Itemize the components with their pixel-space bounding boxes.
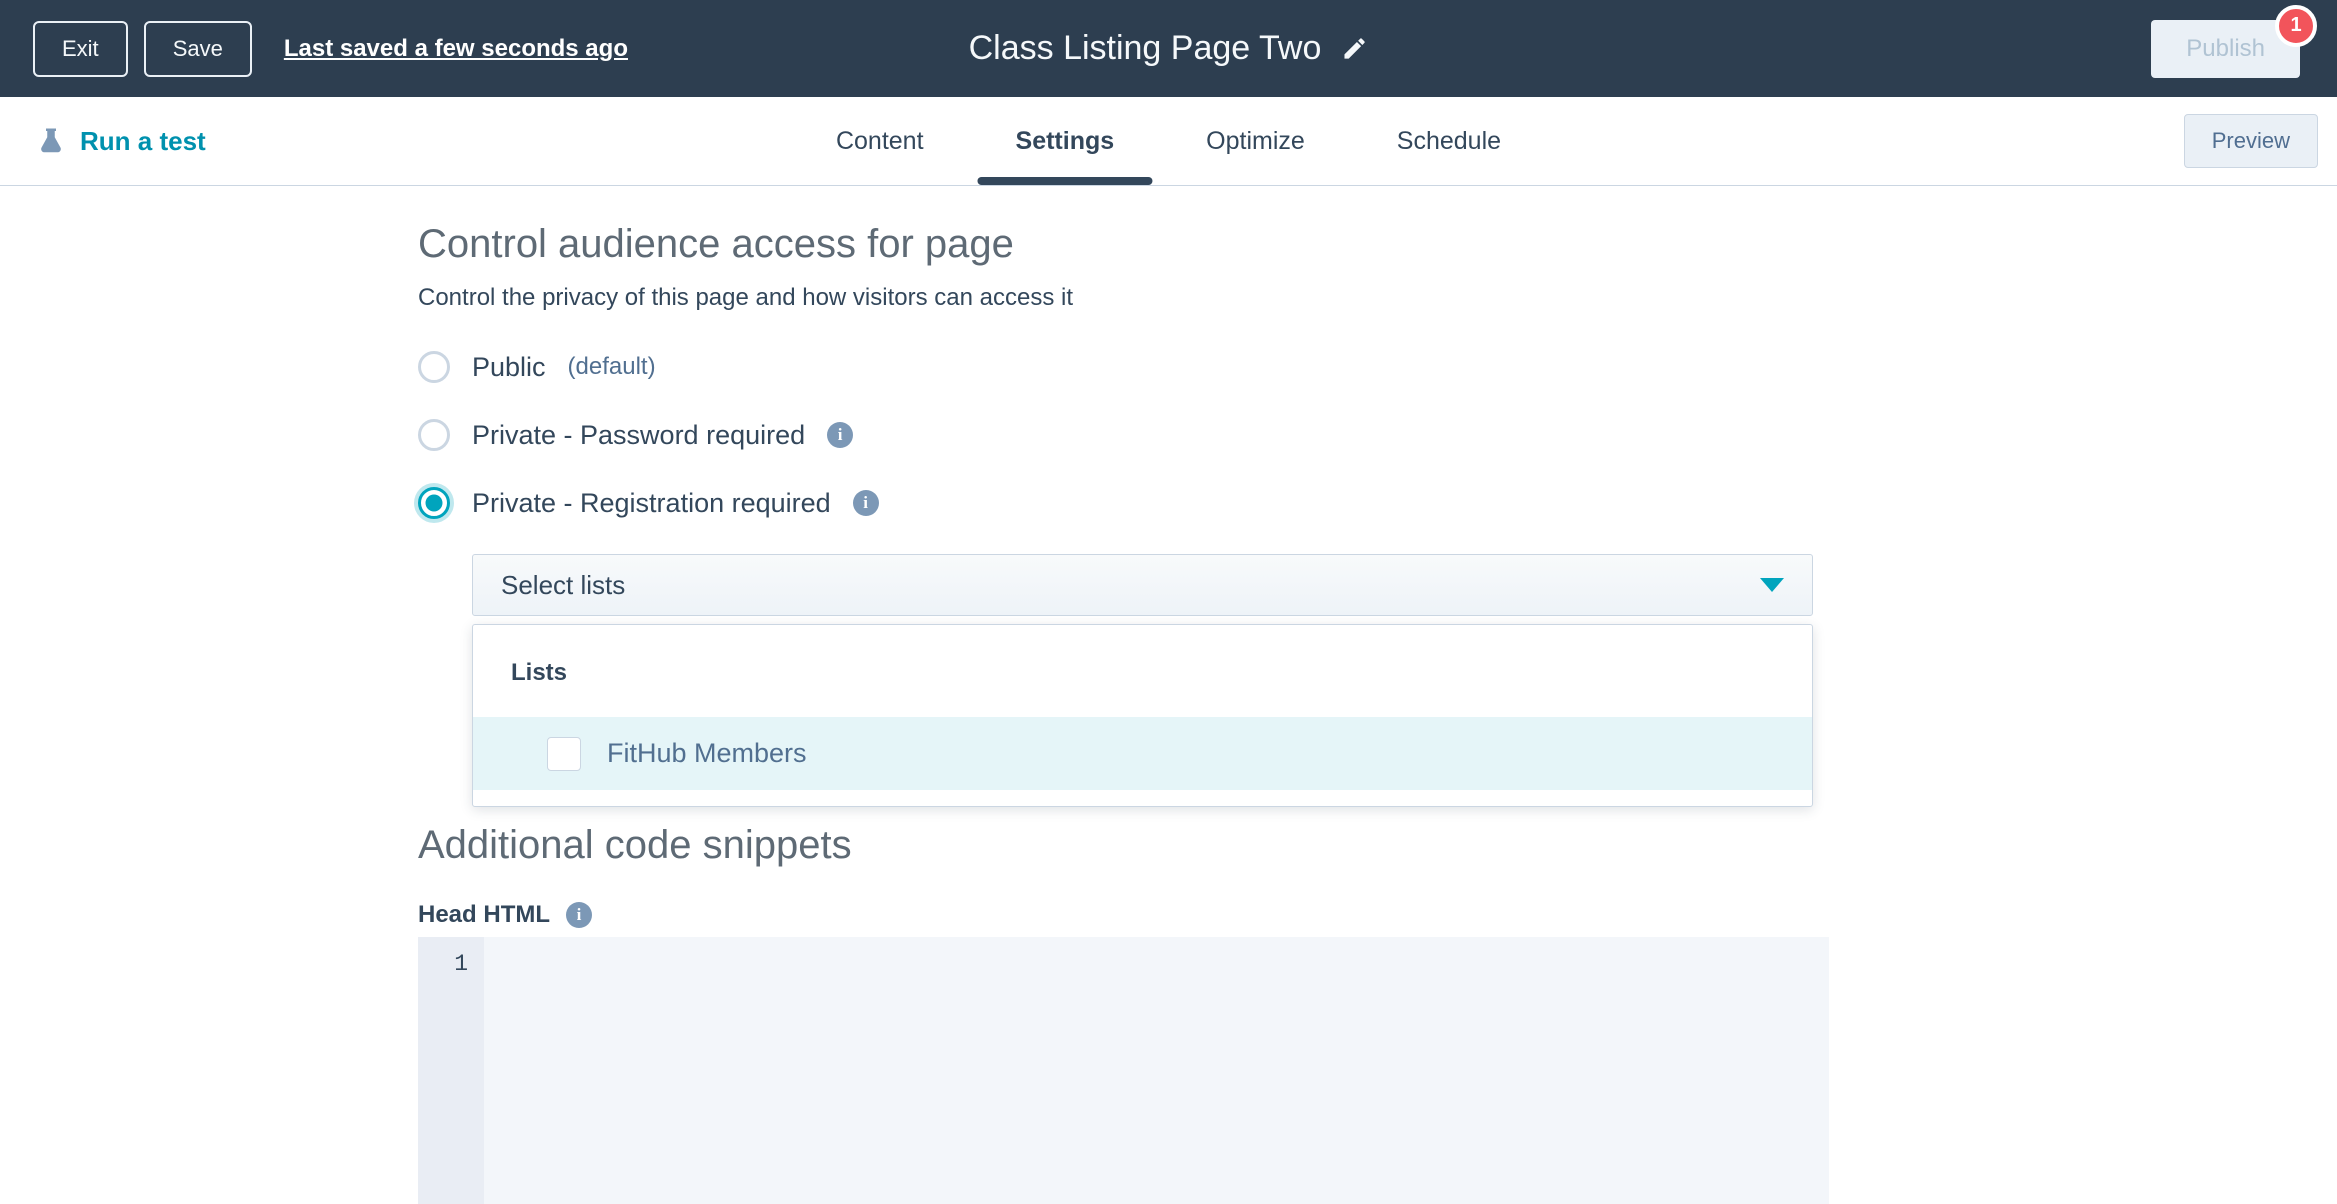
editor-line-gutter: 1 <box>418 937 484 1204</box>
editor-text-area[interactable] <box>484 937 1829 1204</box>
preview-button[interactable]: Preview <box>2184 114 2318 168</box>
edit-pencil-icon[interactable] <box>1341 35 1368 62</box>
chevron-down-icon <box>1760 578 1784 592</box>
head-html-label-row: Head HTML i <box>418 901 2337 929</box>
page-title: Class Listing Page Two <box>969 29 1322 68</box>
radio-password[interactable] <box>418 419 450 451</box>
list-select-area: Select lists Lists FitHub Members <box>472 554 1813 807</box>
list-item-fithub-members[interactable]: FitHub Members <box>473 717 1812 790</box>
page-title-group: Class Listing Page Two <box>969 29 1369 68</box>
radio-password-label: Private - Password required <box>472 420 805 451</box>
radio-public[interactable] <box>418 351 450 383</box>
exit-button[interactable]: Exit <box>33 21 128 77</box>
radio-row-public[interactable]: Public (default) <box>418 350 2337 384</box>
editor-navbar: Run a test Content Settings Optimize Sch… <box>0 97 2337 186</box>
tab-schedule[interactable]: Schedule <box>1351 97 1547 185</box>
editor-topbar: Exit Save Last saved a few seconds ago C… <box>0 0 2337 97</box>
tab-settings[interactable]: Settings <box>970 97 1161 185</box>
publish-group: Publish 1 <box>2151 20 2300 78</box>
tab-optimize[interactable]: Optimize <box>1160 97 1351 185</box>
save-button[interactable]: Save <box>144 21 252 77</box>
head-html-label: Head HTML <box>418 901 550 929</box>
audience-access-subheading: Control the privacy of this page and how… <box>418 284 2337 312</box>
settings-content: Control audience access for page Control… <box>0 186 2337 1204</box>
radio-registration[interactable] <box>418 487 450 519</box>
registration-info-icon[interactable]: i <box>853 490 879 516</box>
topbar-left-group: Exit Save Last saved a few seconds ago <box>33 21 628 77</box>
lists-dropdown-panel: Lists FitHub Members <box>472 624 1813 807</box>
test-flask-icon <box>36 126 66 156</box>
publish-notification-badge: 1 <box>2275 5 2317 47</box>
head-html-info-icon[interactable]: i <box>566 902 592 928</box>
fithub-members-checkbox[interactable] <box>547 737 581 771</box>
radio-row-password[interactable]: Private - Password required i <box>418 418 2337 452</box>
select-lists-dropdown[interactable]: Select lists <box>472 554 1813 616</box>
last-saved-link[interactable]: Last saved a few seconds ago <box>284 35 628 63</box>
radio-public-default-note: (default) <box>568 353 656 381</box>
run-a-test-label: Run a test <box>80 126 206 157</box>
password-info-icon[interactable]: i <box>827 422 853 448</box>
audience-access-heading: Control audience access for page <box>418 220 2337 268</box>
editor-line-number: 1 <box>454 951 468 1204</box>
head-html-code-editor[interactable]: 1 <box>418 937 1829 1204</box>
tab-bar: Content Settings Optimize Schedule <box>790 97 1547 185</box>
select-lists-value: Select lists <box>501 570 625 601</box>
radio-registration-label: Private - Registration required <box>472 488 831 519</box>
code-snippets-heading: Additional code snippets <box>418 821 2337 869</box>
tab-content[interactable]: Content <box>790 97 970 185</box>
lists-group-label: Lists <box>473 625 1812 717</box>
radio-row-registration[interactable]: Private - Registration required i <box>418 486 2337 520</box>
fithub-members-label: FitHub Members <box>607 738 807 769</box>
radio-public-label: Public <box>472 352 546 383</box>
run-a-test-link[interactable]: Run a test <box>36 126 206 157</box>
